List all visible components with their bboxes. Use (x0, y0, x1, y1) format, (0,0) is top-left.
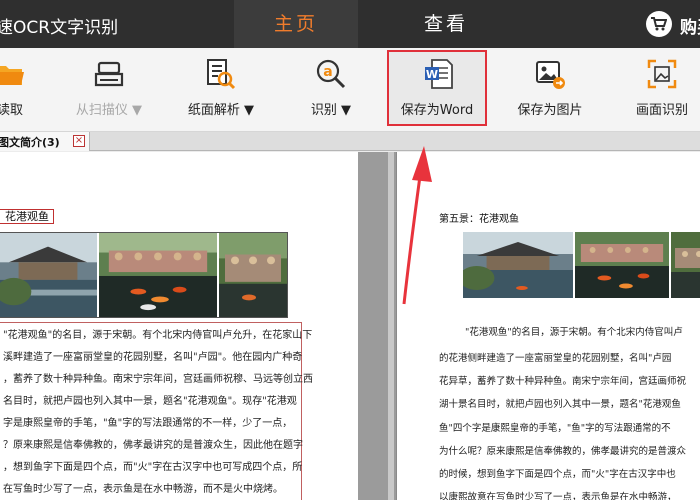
recognize-button[interactable]: a 识别 ▼ (296, 48, 366, 132)
document-tab[interactable]: 图文简介(3) × (0, 132, 90, 151)
tab-home[interactable]: 主页 (234, 0, 358, 48)
crowd-koi-photo (99, 233, 219, 317)
heading-region[interactable]: 花港观鱼 (0, 209, 54, 224)
source-line: ，蓄养了数十种异种鱼。南宋宁宗年间，宫廷画师祝穆、马远等创立西 (3, 374, 313, 385)
source-line: ，想到鱼字下面是四个点，而"火"字在古汉字中也可写成四个点，所 (3, 462, 303, 473)
from-scanner-label: 从扫描仪 ▼ (75, 103, 143, 118)
result-heading: 第五景：花港观鱼 (439, 214, 519, 225)
scanner-icon (93, 58, 125, 90)
save-as-image-button[interactable]: 保存为图片 (505, 48, 595, 132)
result-page[interactable]: 第五景：花港观鱼 "花港观鱼"的名目，源于宋朝。有个北宋内侍官叫卢 的花港侧畔建… (396, 152, 700, 500)
source-line: 溪畔建造了一座富丽堂皇的花园别墅，名叫"卢园"。他在园内广种奇 (3, 352, 303, 363)
close-icon[interactable]: × (73, 135, 85, 147)
source-line: 字是康熙皇帝的手笔，"鱼"字的写法跟通常的不一样，少了一点， (3, 418, 293, 429)
result-pagoda-photo (463, 232, 575, 298)
result-line: "花港观鱼"的名目，源于宋朝。有个北宋内侍官叫卢 (465, 327, 683, 338)
source-line: ？原来康熙是信奉佛教的，佛孝最讲究的是普渡众生，因此他在题字 (3, 440, 303, 451)
app-title: 速OCR文字识别 (0, 18, 119, 38)
result-crowd-photo (575, 232, 671, 298)
pane-gap (358, 152, 388, 500)
buy-label: 购买 (680, 18, 700, 38)
visitors-photo (219, 233, 287, 317)
result-visitors-photo (671, 232, 700, 298)
folder-open-icon (0, 58, 26, 90)
ribbon-toolbar: 读取 从扫描仪 ▼ 纸面解析 ▼ a 识别 ▼ W 保存为Word 保存为图片 … (0, 48, 700, 132)
save-as-word-label: 保存为Word (400, 103, 474, 118)
svg-text:a: a (323, 64, 332, 80)
body-text-region[interactable]: "花港观鱼"的名目，源于宋朝。有个北宋内侍官叫卢允升，在花家山下 溪畔建造了一座… (0, 322, 313, 500)
result-line: 花异草，蓄养了数十种异种鱼。南宋宁宗年间，宫廷画师祝 (439, 376, 687, 387)
source-line: 在写鱼时少写了一点，表示鱼是在水中畅游，而不是火中烧烤。 (3, 484, 283, 495)
recognize-icon: a (315, 58, 347, 90)
page-analysis-button[interactable]: 纸面解析 ▼ (180, 48, 262, 132)
source-line: 名目时，就把卢园也列入其中一景，题名"花港观鱼"。现存"花港观 (3, 396, 297, 407)
document-tab-strip: 图文简介(3) × (0, 132, 700, 151)
result-line: 为什么呢？原来康熙是信奉佛教的，佛孝最讲究的是普渡众 (439, 446, 687, 457)
tab-view[interactable]: 查看 (384, 0, 508, 48)
save-as-image-label: 保存为图片 (517, 103, 583, 118)
result-photo-row (463, 232, 700, 298)
workspace: 花港观鱼 "花港观鱼"的名目，源于宋朝。有个北宋内侍官叫卢允升，在花家山下 溪畔… (0, 152, 700, 500)
word-doc-icon: W (423, 58, 455, 90)
result-line: 以康熙故意在写鱼时少写了一点，表示鱼是在水中畅游， (439, 492, 677, 500)
save-image-icon (534, 58, 566, 90)
source-line: "花港观鱼"的名目，源于宋朝。有个北宋内侍官叫卢允升，在花家山下 (3, 330, 313, 341)
screen-recognize-label: 画面识别 (635, 103, 688, 118)
open-file-label: 读取 (0, 103, 23, 118)
shopping-cart-icon (646, 11, 672, 37)
result-line: 鱼"四个字是康熙皇帝的手笔，"鱼"字的写法跟通常的不 (439, 423, 671, 434)
save-as-word-button[interactable]: W 保存为Word (387, 48, 487, 132)
app-window: 速OCR文字识别 主页 查看 购买 读取 (0, 0, 700, 500)
pagoda-pond-photo (0, 233, 99, 317)
title-bar: 速OCR文字识别 主页 查看 购买 (0, 0, 700, 48)
result-line: 湖十景名目时，就把卢园也列入其中一景，题名"花港观鱼 (439, 399, 681, 410)
document-tab-label: 图文简介(3) (0, 136, 60, 149)
result-line: 的时候，想到鱼字下面是四个点，而"火"字在古汉字中也 (439, 469, 676, 480)
pane-splitter[interactable] (388, 152, 394, 500)
photo-region[interactable] (0, 232, 288, 318)
open-file-button[interactable]: 读取 (0, 48, 36, 132)
result-line: 的花港侧畔建造了一座富丽堂皇的花园别墅，名叫"卢园 (439, 353, 672, 364)
recognize-label: 识别 ▼ (310, 103, 352, 118)
page-analyze-icon (204, 58, 236, 90)
screen-recognize-button[interactable]: 画面识别 (624, 48, 700, 132)
from-scanner-button[interactable]: 从扫描仪 ▼ (68, 48, 150, 132)
svg-text:W: W (426, 68, 438, 81)
source-image-page[interactable]: 花港观鱼 "花港观鱼"的名目，源于宋朝。有个北宋内侍官叫卢允升，在花家山下 溪畔… (0, 152, 358, 500)
screen-capture-icon (646, 58, 678, 90)
page-analysis-label: 纸面解析 ▼ (187, 103, 255, 118)
